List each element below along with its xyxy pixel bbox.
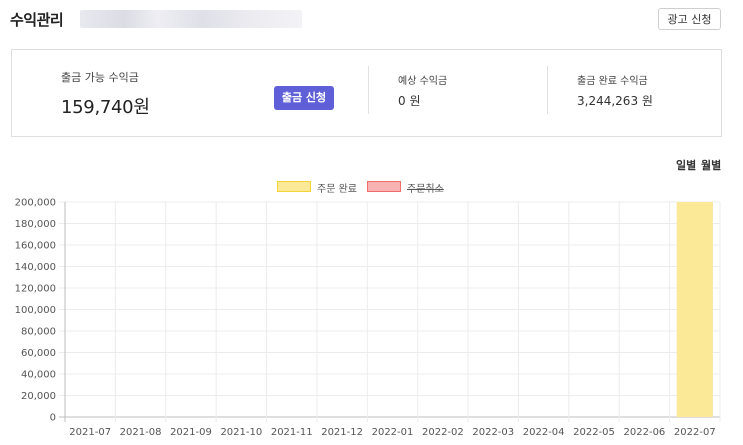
y-tick-label: 40,000 [21, 370, 56, 381]
x-tick-label: 2022-02 [422, 427, 464, 438]
y-tick-label: 180,000 [15, 219, 56, 230]
x-tick-label: 2021-07 [69, 427, 111, 438]
ad-request-button[interactable]: 광고 신청 [658, 8, 721, 30]
y-tick-label: 20,000 [21, 391, 56, 402]
available-earnings-label: 출금 가능 수익금 [61, 71, 139, 84]
y-tick-label: 100,000 [15, 305, 56, 316]
monthly-earnings-chart: 0 20,000 40,000 60,000 80,000 100,000 120,000 1… [15, 198, 721, 438]
legend-swatch-order-complete [277, 181, 311, 192]
x-tick-label: 2021-11 [271, 427, 313, 438]
x-tick-label: 2021-12 [321, 427, 363, 438]
legend-label-order-cancel: 주문취소 [407, 184, 444, 195]
x-tick-label: 2022-07 [674, 427, 716, 438]
completed-withdrawal-value: 3,244,263 원 [577, 94, 653, 108]
y-tick-label: 160,000 [15, 241, 56, 252]
divider [547, 66, 548, 114]
x-tick-label: 2022-03 [472, 427, 514, 438]
x-tick-label: 2021-08 [120, 427, 162, 438]
divider [368, 66, 369, 114]
y-tick-label: 140,000 [15, 262, 56, 273]
x-tick-label: 2022-01 [372, 427, 414, 438]
available-earnings-value: 159,740원 [61, 97, 150, 118]
completed-withdrawal-label: 출금 완료 수익금 [577, 76, 648, 87]
legend-swatch-order-cancel [367, 181, 401, 192]
y-tick-label: 0 [50, 413, 56, 424]
view-monthly-button[interactable]: 월별 [701, 157, 721, 173]
expected-earnings-label: 예상 수익금 [398, 76, 448, 87]
chart-bar [676, 202, 713, 417]
withdraw-request-button[interactable]: 출금 신청 [274, 86, 334, 110]
x-tick-label: 2022-06 [624, 427, 666, 438]
page-title: 수익관리 [10, 11, 64, 29]
view-daily-button[interactable]: 일별 [676, 157, 696, 173]
x-tick-label: 2021-09 [170, 427, 212, 438]
y-tick-label: 80,000 [21, 327, 56, 338]
x-tick-label: 2022-05 [573, 427, 615, 438]
y-tick-label: 120,000 [15, 284, 56, 295]
expected-earnings-value: 0 원 [398, 94, 421, 108]
legend-label-order-complete: 주문 완료 [317, 184, 357, 195]
earnings-summary-panel: 출금 가능 수익금 159,740원 출금 신청 예상 수익금 0 원 출금 완… [11, 49, 722, 137]
y-tick-label: 200,000 [15, 198, 56, 209]
x-tick-label: 2021-10 [220, 427, 262, 438]
x-tick-label: 2022-04 [523, 427, 565, 438]
y-tick-label: 60,000 [21, 348, 56, 359]
blurred-account-info [80, 10, 302, 28]
